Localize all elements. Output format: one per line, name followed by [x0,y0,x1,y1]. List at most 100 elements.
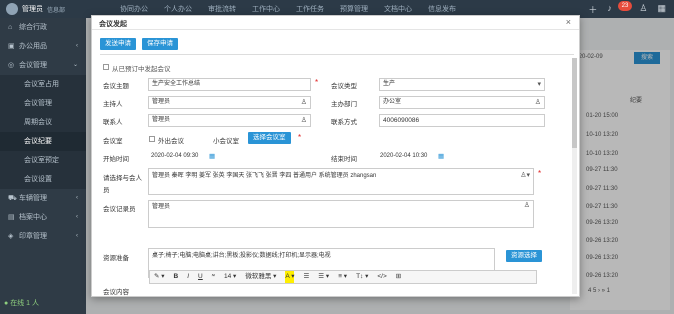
eraser-icon[interactable]: ꭩ [212,271,215,283]
top-menu-item[interactable]: 预算管理 [340,4,368,14]
phone-label: 联系方式 [331,119,357,126]
ordered-list-icon[interactable]: ☰ ▾ [318,271,329,283]
end-time-input[interactable]: 2020-02-04 10:30 [377,151,447,164]
sidebar-item-label: 档案中心 [19,214,47,221]
calendar-icon[interactable]: ▦ [438,152,444,160]
dept-picker-icon[interactable]: ♙ [535,97,541,108]
attendees-picker-icon[interactable]: ♙▾ [520,171,530,181]
room-label: 会议室 [103,138,123,145]
meeting-form: 从已预订中发起会议 会议主题 生产安全工作总结 * 会议类型 生产 ▾ 主持人 … [92,56,578,296]
meeting-icon: ◎ [8,62,15,69]
pen-icon[interactable]: ✎ ▾ [154,271,165,283]
sidebar-item-vehicle-management[interactable]: ⛟ 车辆管理 ‹ [0,189,86,208]
avatar[interactable] [6,3,18,15]
attendees-input[interactable]: 管理员 秦晖 李明 姜军 张英 李国天 张飞飞 张晋 李四 普通用户 系统管理员… [148,168,534,195]
subject-input[interactable]: 生产安全工作总结 [148,78,311,91]
sidebar-subitem-room-booking[interactable]: 会议室预定 [0,151,86,170]
bold-icon[interactable]: B [174,271,179,283]
from-booked-label: 从已预订中发起会议 [112,66,171,73]
sidebar-item-label: 综合行政 [19,24,47,31]
send-request-button[interactable]: 发送申请 [100,38,136,50]
contact-label: 联系人 [103,119,123,126]
box-icon: ▣ [8,43,15,50]
bell-icon[interactable]: ♪ [607,3,612,16]
from-booked-checkbox[interactable] [103,64,109,70]
unordered-list-icon[interactable]: ☰ [303,271,309,283]
recorder-picker-icon[interactable]: ♙ [524,201,530,211]
recorder-value: 管理员 [152,204,171,210]
attendees-value: 管理员 秦晖 李明 姜军 张英 李国天 张飞飞 张晋 李四 普通用户 系统管理员… [152,173,377,179]
outside-meeting-checkbox[interactable] [149,136,155,142]
top-menu-item[interactable]: 审批流转 [208,4,236,14]
chevron-left-icon: ‹ [76,214,78,220]
sidebar-item-seal-management[interactable]: ◈ 印章管理 ‹ [0,227,86,246]
save-request-button[interactable]: 保存申请 [142,38,178,50]
subject-label: 会议主题 [103,83,129,90]
user-dept: 信息部 [47,7,66,14]
notification-badge: 23 [618,1,632,11]
shirt-icon[interactable]: ♙ [639,3,647,16]
sidebar-subitem-meeting-settings[interactable]: 会议设置 [0,170,86,189]
top-menu-item[interactable]: 协同办公 [120,4,148,14]
top-menu-item[interactable]: 工作任务 [296,4,324,14]
host-value: 管理员 [152,99,171,105]
recorder-label: 会议记录员 [103,206,136,213]
font-color-icon[interactable]: A ▾ [285,271,295,283]
type-select-value: 生产 [383,81,396,87]
sidebar-item-general-admin[interactable]: ⌂ 综合行政 [0,18,86,37]
code-icon[interactable]: </> [377,271,386,283]
user-picker-icon[interactable]: ♙ [301,97,307,108]
sidebar-item-label: 印章管理 [19,233,47,240]
dept-label: 主办部门 [331,101,357,108]
contact-input[interactable]: 管理员 ♙ [148,114,311,127]
line-height-icon[interactable]: T↕ ▾ [356,271,368,283]
align-icon[interactable]: ≡ ▾ [338,271,347,283]
sidebar-subitem-meeting-management[interactable]: 会议管理 [0,94,86,113]
top-menu-item[interactable]: 文档中心 [384,4,412,14]
font-family-select[interactable]: 微软雅黑 ▾ [245,271,276,283]
phone-input[interactable]: 4006090086 [379,114,545,127]
sidebar-item-office-supplies[interactable]: ▣ 办公用品 ‹ [0,37,86,56]
sidebar-subitem-room-usage[interactable]: 会议室占用 [0,75,86,94]
chevron-left-icon: ‹ [76,195,78,201]
calendar-icon[interactable]: ▦ [209,152,215,160]
close-icon[interactable]: × [566,17,571,27]
attendees-label-wrap: 员 [103,187,110,194]
car-icon: ⛟ [8,195,17,202]
sidebar-subitem-recurring-meetings[interactable]: 周期会议 [0,113,86,132]
end-time-label: 结束时间 [331,156,357,163]
dept-value: 办公室 [383,99,402,105]
top-menu-item[interactable]: 工作中心 [252,4,280,14]
dialog-action-bar: 发送申请 保存申请 [100,38,178,50]
recorder-input[interactable]: 管理员 ♙ [148,200,534,228]
sidebar-subitem-meeting-minutes[interactable]: 会议纪要 [0,132,86,151]
type-select[interactable]: 生产 ▾ [379,78,545,91]
contact-picker-icon[interactable]: ♙ [301,115,307,126]
plus-icon[interactable]: ＋ [588,3,597,16]
top-menu-item[interactable]: 信息发布 [428,4,456,14]
caret-down-icon: ▾ [537,81,541,88]
grid-icon[interactable]: ▦ [657,3,666,16]
online-users: ● 在线 1 人 [4,298,39,308]
outside-meeting-label: 外出会议 [158,138,184,145]
user-profile[interactable]: 管理员 信息部 [6,3,65,15]
chevron-down-icon: ⌄ [72,62,78,68]
choose-room-button[interactable]: 选择会议室 [248,132,291,144]
type-label: 会议类型 [331,83,357,90]
font-size-select[interactable]: 14 ▾ [224,271,236,283]
host-input[interactable]: 管理员 ♙ [148,96,311,109]
dept-input[interactable]: 办公室 ♙ [379,96,545,109]
resources-select-button[interactable]: 资源选择 [506,250,542,262]
italic-icon[interactable]: I [187,271,189,283]
table-icon[interactable]: ⊞ [396,271,401,283]
sidebar-item-meeting-management[interactable]: ◎ 会议管理 ⌄ [0,56,86,75]
room-value: 小会议室 [213,138,239,145]
underline-icon[interactable]: U [198,271,203,283]
host-label: 主持人 [103,101,123,108]
top-menu-item[interactable]: 个人办公 [164,4,192,14]
top-menu: 协同办公 个人办公 审批流转 工作中心 工作任务 预算管理 文档中心 信息发布 [120,4,456,14]
start-time-input[interactable]: 2020-02-04 09:30 [148,151,218,164]
sidebar-item-label: 办公用品 [19,43,47,50]
sidebar-item-archive-center[interactable]: ▤ 档案中心 ‹ [0,208,86,227]
required-mark: * [315,78,319,87]
